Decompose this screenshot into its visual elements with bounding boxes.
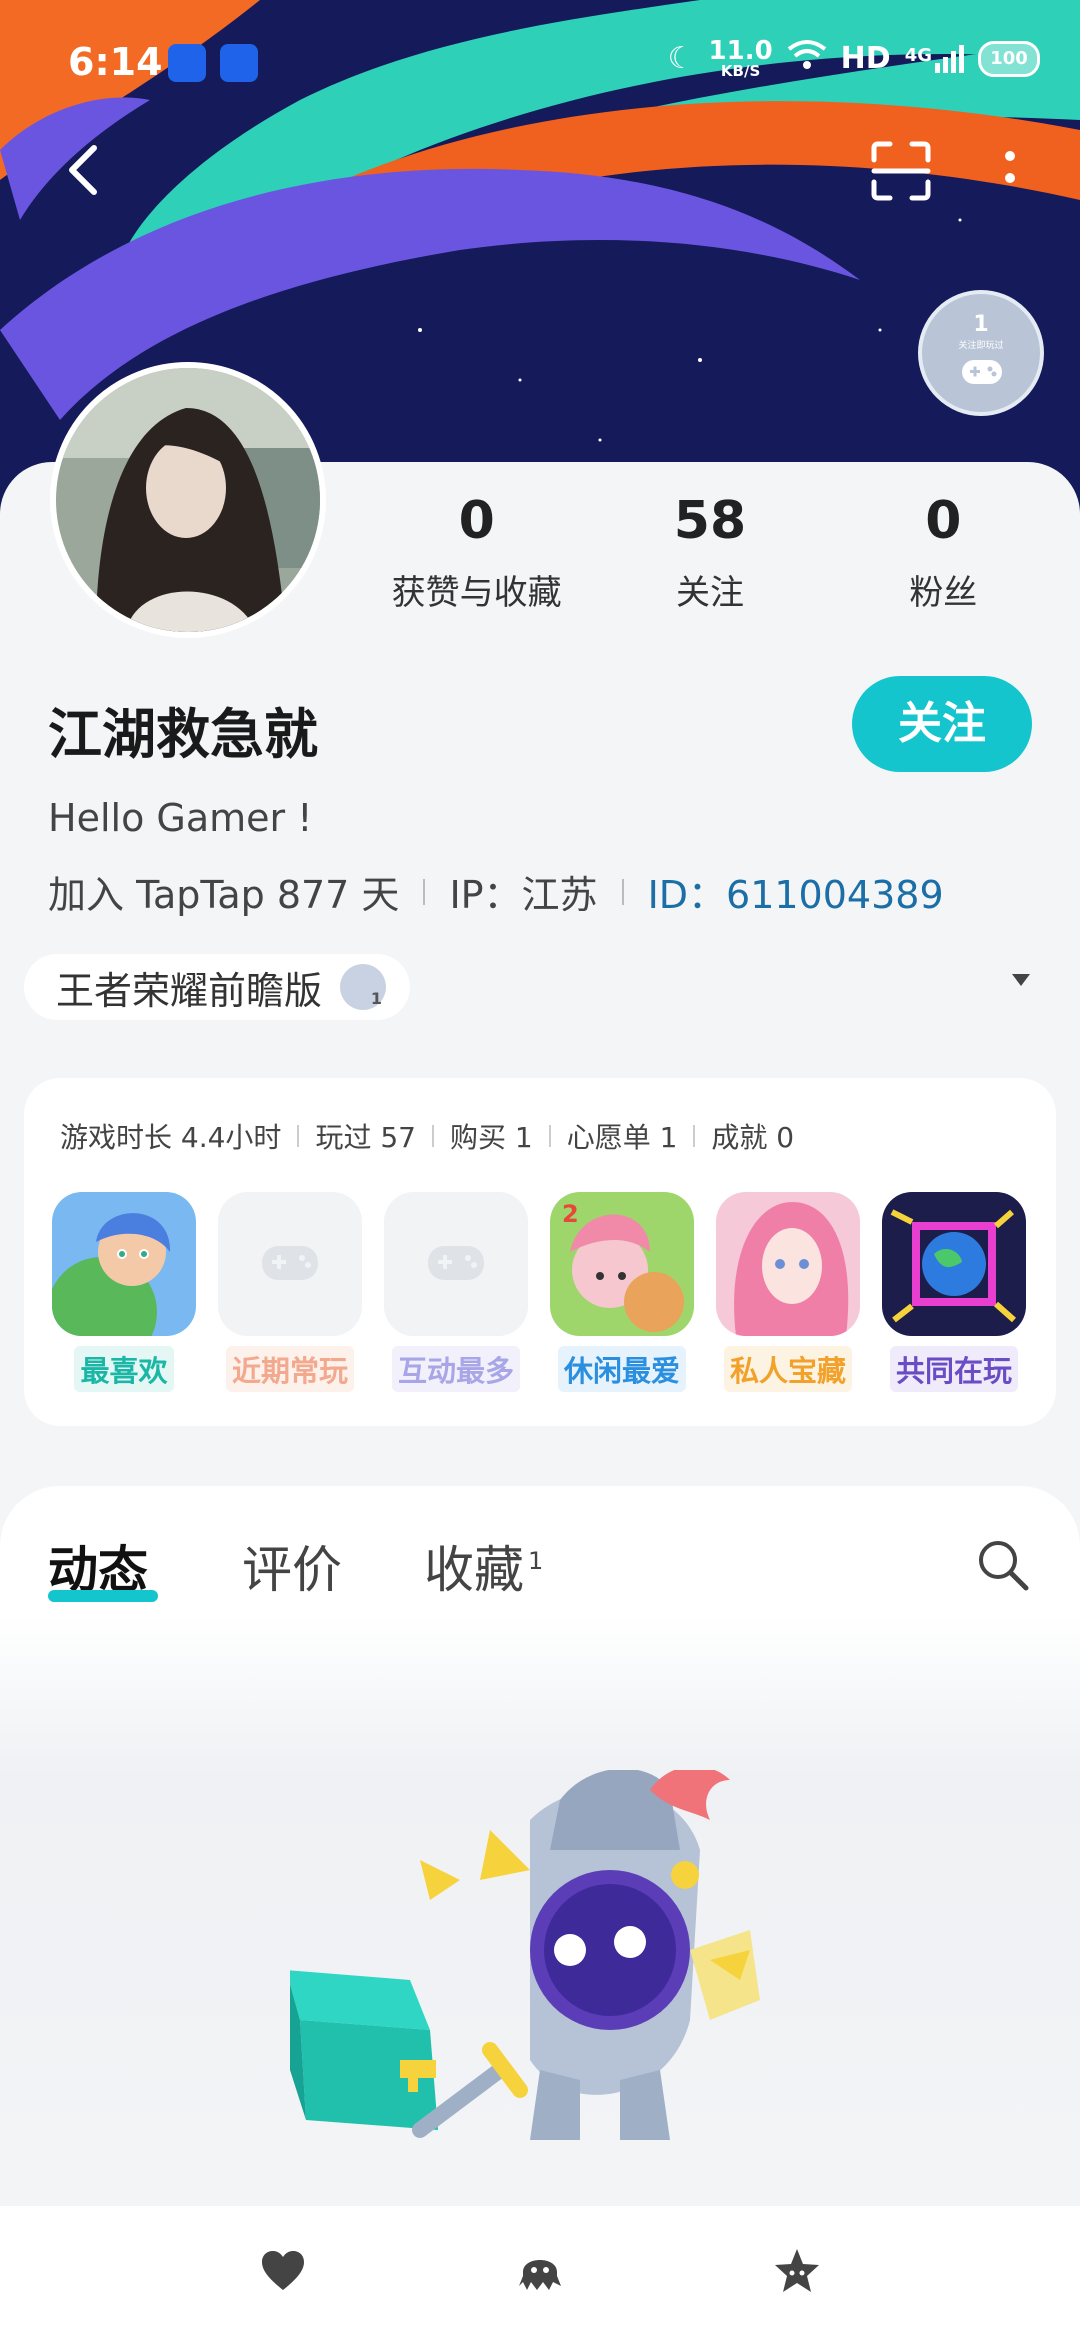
tab-indicator [48, 1590, 158, 1602]
tab-count: 1 [528, 1547, 544, 1576]
tab-reviews[interactable]: 评价 [242, 1530, 342, 1602]
gamepad-icon [962, 360, 1002, 384]
profile-meta: 加入 TapTap 877 天 IP：江苏 ID：611004389 [48, 864, 944, 919]
game-label: 私人宝藏 [723, 1346, 852, 1392]
avatar-image [56, 368, 320, 632]
divider [431, 1125, 434, 1147]
svg-text:2: 2 [562, 1200, 579, 1228]
placeholder-gamepad-icon [218, 1192, 362, 1336]
net-speed: 11.0 KB/S [708, 36, 773, 80]
game-label: 互动最多 [391, 1346, 520, 1392]
game-icon [52, 1192, 196, 1336]
chevron-down-icon[interactable] [1012, 974, 1030, 986]
ip-location: IP：江苏 [449, 873, 598, 917]
battery-icon: 100 [978, 40, 1040, 77]
user-id[interactable]: ID：611004389 [648, 864, 944, 919]
tab-favorites[interactable]: 收藏 1 [424, 1530, 543, 1602]
divider [621, 878, 624, 905]
search-icon[interactable] [974, 1536, 1030, 1592]
game-item-recent[interactable]: 近期常玩 [218, 1192, 362, 1392]
game-tag[interactable]: 王者荣耀前瞻版 1 [24, 954, 411, 1020]
stat-purchased[interactable]: 购买 1 [450, 1116, 533, 1156]
level-badge-icon: 1 [340, 964, 387, 1010]
profile-bio: Hello Gamer ! [48, 796, 313, 840]
stat-followers[interactable]: 0 粉丝 [827, 495, 1060, 614]
android-icon [168, 44, 206, 82]
wifi-icon [787, 39, 827, 79]
divider [297, 1125, 300, 1147]
hd-label: HD [840, 41, 891, 76]
placeholder-gamepad-icon [384, 1192, 528, 1336]
signal-icon: 4G [905, 44, 964, 73]
follow-button[interactable]: 关注 [852, 676, 1032, 772]
game-item-interaction[interactable]: 互动最多 [384, 1192, 528, 1392]
status-bar: 6:14 ☾ 11.0 KB/S HD 4G 100 [0, 0, 1080, 130]
game-icon: 2 [550, 1192, 694, 1336]
profile-stats: 0 获赞与收藏 58 关注 0 粉丝 [360, 495, 1060, 614]
game-stats: 游戏时长 4.4小时 玩过 57 购买 1 心愿单 1 成就 0 [60, 1116, 794, 1156]
back-arrow-icon[interactable] [56, 140, 116, 200]
game-item-favorite[interactable]: 最喜欢 [52, 1192, 196, 1392]
achievement-badge[interactable]: 1 关注即玩过 [918, 290, 1044, 416]
stat-played[interactable]: 玩过 57 [315, 1116, 416, 1156]
game-label: 休闲最爱 [557, 1346, 686, 1392]
divider [423, 878, 426, 905]
stat-wishlist[interactable]: 心愿单 1 [567, 1116, 678, 1156]
game-label: 共同在玩 [889, 1346, 1018, 1392]
game-label: 最喜欢 [74, 1346, 174, 1392]
divider [693, 1125, 696, 1147]
stat-achievements[interactable]: 成就 0 [711, 1116, 794, 1156]
star-icon[interactable] [772, 2246, 822, 2296]
game-item-coplay[interactable]: 共同在玩 [882, 1192, 1026, 1392]
game-item-casual[interactable]: 2 休闲最爱 [550, 1192, 694, 1392]
joined-days: 加入 TapTap 877 天 [48, 873, 400, 917]
bluetooth-icon [220, 44, 258, 82]
game-icon [882, 1192, 1026, 1336]
more-vertical-icon[interactable] [990, 140, 1030, 200]
game-icon [716, 1192, 860, 1336]
profile-name: 江湖救急就 [48, 703, 318, 766]
stat-following[interactable]: 58 关注 [593, 495, 826, 614]
heart-icon[interactable] [258, 2246, 308, 2296]
games-card: 游戏时长 4.4小时 玩过 57 购买 1 心愿单 1 成就 0 最喜欢 近期常… [24, 1078, 1056, 1426]
avatar[interactable] [50, 362, 326, 638]
game-label: 近期常玩 [225, 1346, 354, 1392]
stat-playtime[interactable]: 游戏时长 4.4小时 [60, 1116, 281, 1156]
moon-icon: ☾ [667, 41, 695, 76]
game-tag-label: 王者荣耀前瞻版 [56, 968, 323, 1013]
game-list: 最喜欢 近期常玩 互动最多 2 休闲最爱 私人宝藏 共同在玩 [52, 1192, 1026, 1392]
status-time: 6:14 [68, 40, 163, 84]
empty-state-illustration [290, 1770, 760, 2140]
stat-likes[interactable]: 0 获赞与收藏 [360, 495, 593, 614]
game-item-treasure[interactable]: 私人宝藏 [716, 1192, 860, 1392]
divider [548, 1125, 551, 1147]
bottom-nav [0, 2206, 1080, 2340]
scan-icon[interactable] [868, 138, 934, 204]
octopus-icon[interactable] [515, 2246, 565, 2296]
